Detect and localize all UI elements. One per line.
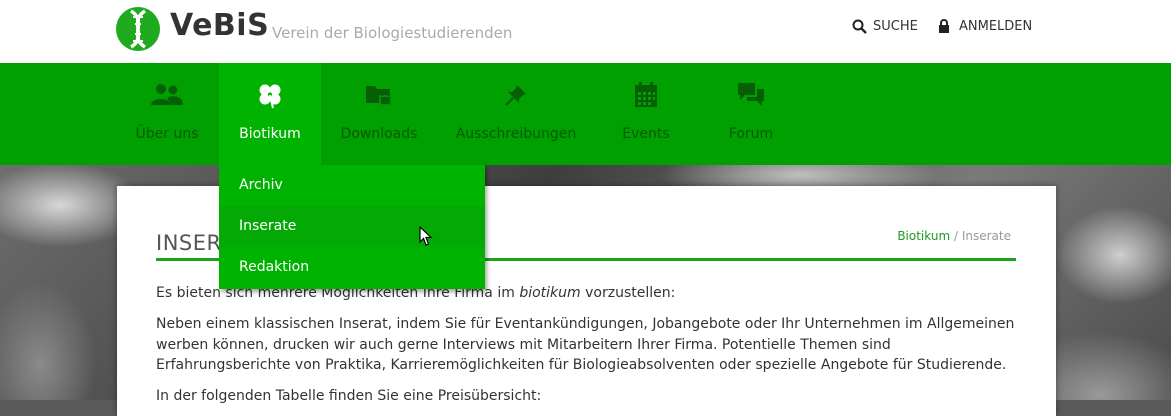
nav-item-biotikum[interactable]: Biotikum [219, 63, 321, 165]
nav-item-ueber-uns[interactable]: Über uns [116, 63, 218, 165]
users-icon [150, 81, 184, 109]
intro-emphasis: biotikum [519, 285, 581, 301]
pin-icon [504, 81, 528, 109]
nav-item-events[interactable]: Events [598, 63, 694, 165]
lock-icon [939, 19, 949, 33]
dropdown-item-redaktion[interactable]: Redaktion [219, 247, 485, 288]
nav-label: Downloads [340, 126, 418, 142]
chat-icon [737, 81, 765, 109]
nav-label: Über uns [135, 126, 199, 142]
nav-label: Biotikum [239, 126, 301, 142]
login-label: ANMELDEN [959, 19, 1033, 34]
mouse-cursor-icon [419, 226, 433, 246]
nav-label: Forum [728, 126, 774, 142]
main-nav: Über uns Biotikum Downloads Ausschreibun… [0, 63, 1171, 165]
intro-text-end: vorzustellen: [580, 285, 676, 301]
site-header: VeBiS Verein der Biologiestudierenden SU… [0, 0, 1171, 63]
nav-label: Events [622, 126, 670, 142]
folder-lock-icon [365, 81, 393, 109]
breadcrumb-separator: / [953, 229, 959, 243]
site-tagline: Verein der Biologiestudierenden [272, 24, 513, 42]
search-link[interactable]: SUCHE [852, 19, 918, 34]
table-intro-paragraph: In der folgenden Tabelle finden Sie eine… [156, 388, 542, 404]
nav-item-downloads[interactable]: Downloads [322, 63, 436, 165]
dna-logo-icon[interactable] [116, 7, 160, 51]
login-link[interactable]: ANMELDEN [938, 19, 1032, 34]
dropdown-item-archiv[interactable]: Archiv [219, 165, 485, 206]
search-label: SUCHE [873, 19, 918, 34]
breadcrumb-current: Inserate [961, 229, 1011, 243]
brand-name[interactable]: VeBiS [170, 8, 269, 43]
nav-item-ausschreibungen[interactable]: Ausschreibungen [444, 63, 588, 165]
info-paragraph: Neben einem klassischen Inserat, indem S… [156, 316, 1015, 373]
clover-icon [256, 81, 284, 109]
biotikum-dropdown: Archiv Inserate Redaktion [219, 165, 485, 289]
nav-item-forum[interactable]: Forum [703, 63, 799, 165]
breadcrumb: Biotikum / Inserate [897, 229, 1011, 243]
nav-label: Ausschreibungen [455, 126, 577, 142]
calendar-icon [634, 81, 658, 109]
search-icon [852, 19, 867, 34]
breadcrumb-link-biotikum[interactable]: Biotikum [897, 229, 950, 243]
dropdown-item-inserate[interactable]: Inserate [219, 206, 485, 247]
